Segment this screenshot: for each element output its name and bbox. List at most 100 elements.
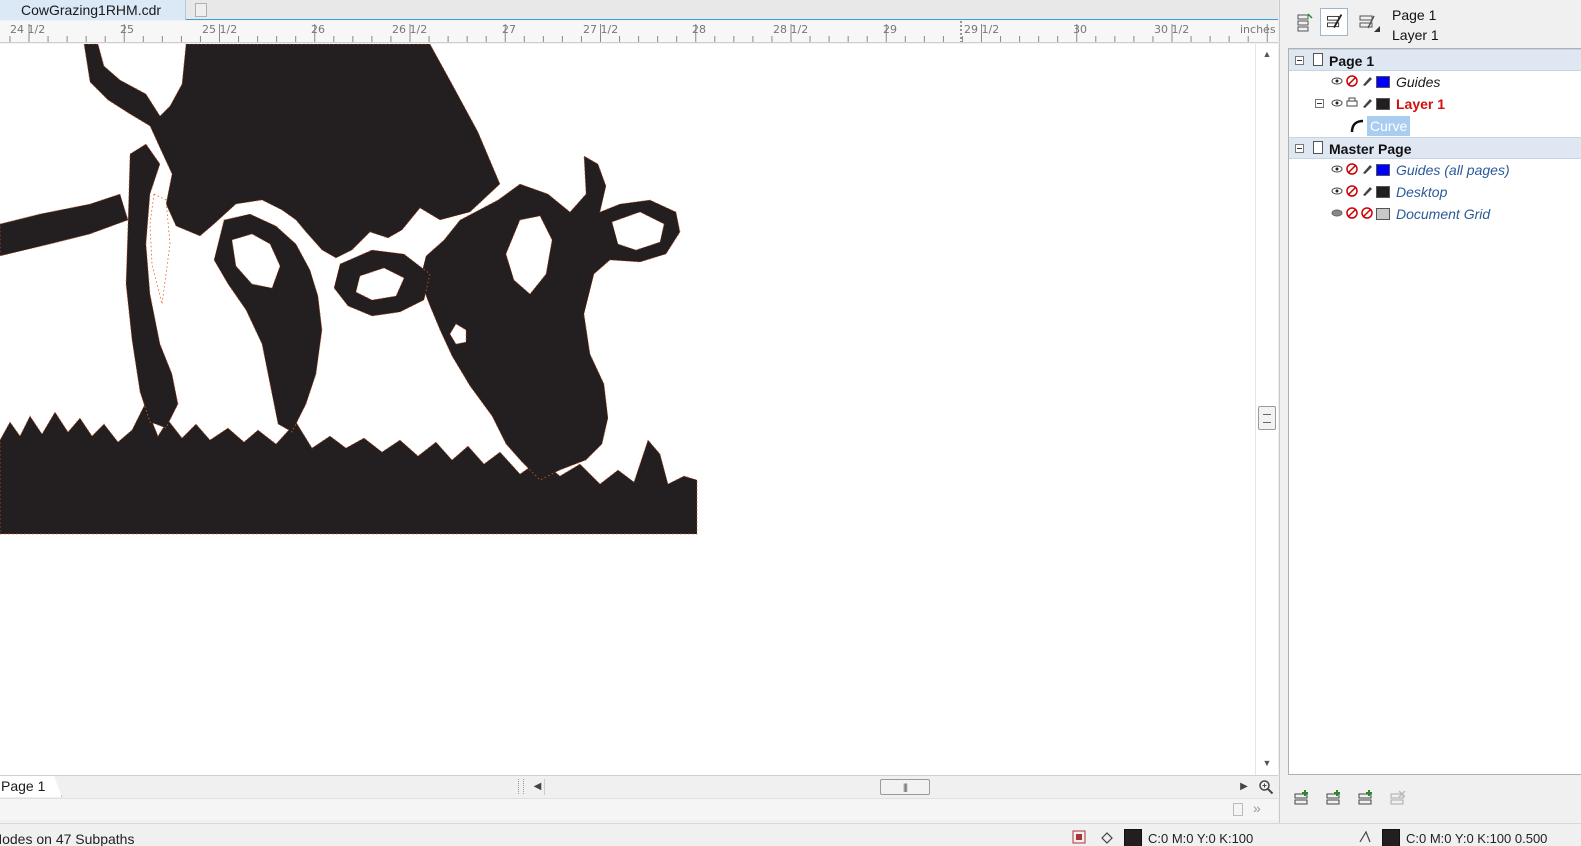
ruler-label: 29	[883, 23, 897, 36]
curve-icon	[1350, 119, 1364, 133]
visibility-eye-icon[interactable]	[1331, 97, 1343, 109]
page-navigator-bar: Page 1 ◀ ||| ▶	[0, 775, 1278, 797]
desktop-label: Desktop	[1396, 184, 1448, 200]
layer-color-swatch[interactable]	[1376, 76, 1390, 88]
page-icon	[1313, 53, 1323, 66]
page-icon[interactable]	[1233, 803, 1243, 816]
cow-artwork[interactable]	[0, 44, 1255, 775]
fill-indicator-icon[interactable]	[1072, 830, 1086, 844]
curve-label[interactable]: Curve	[1367, 116, 1411, 136]
current-layer-label: Layer 1	[1392, 27, 1439, 43]
splitter-grip[interactable]	[518, 779, 524, 794]
delete-layer-icon[interactable]	[1388, 788, 1408, 808]
print-disabled-icon[interactable]	[1346, 207, 1358, 219]
page-1-label: Page 1	[1329, 53, 1375, 69]
guides-label: Guides	[1396, 74, 1441, 90]
edit-pencil-icon[interactable]	[1361, 185, 1373, 197]
vertical-scrollbar[interactable]: ▲ ▼	[1255, 44, 1278, 775]
edit-pencil-icon[interactable]	[1361, 163, 1373, 175]
master-page-label: Master Page	[1329, 141, 1412, 157]
tree-layer-guides-all[interactable]: Guides (all pages)	[1289, 159, 1581, 181]
ruler-label: 26	[311, 23, 325, 36]
document-tab-bar: CowGrazing1RHM.cdr	[0, 0, 1278, 20]
scroll-left-icon[interactable]: ◀	[531, 779, 545, 795]
document-grid-label: Document Grid	[1396, 206, 1491, 222]
selection-status: Nodes on 47 Subpaths	[0, 831, 135, 846]
fill-color-swatch[interactable]	[1124, 829, 1142, 846]
new-layer-icon[interactable]	[1292, 788, 1312, 808]
visibility-eye-icon[interactable]	[1331, 185, 1343, 197]
ruler-label: 30	[1073, 23, 1087, 36]
visibility-eye-icon[interactable]	[1331, 75, 1343, 87]
object-manager-toolbar: Page 1 Layer 1	[1280, 0, 1581, 47]
zoom-icon[interactable]	[1258, 779, 1274, 795]
layer-color-swatch[interactable]	[1376, 208, 1390, 220]
collapse-icon[interactable]	[1315, 99, 1324, 108]
expand-chevron-icon[interactable]: »	[1253, 800, 1261, 816]
fill-color-value: C:0 M:0 Y:0 K:100	[1148, 831, 1254, 846]
edit-pencil-icon[interactable]	[1361, 97, 1373, 109]
tree-master-page[interactable]: Master Page	[1289, 137, 1581, 159]
edit-pencil-icon[interactable]	[1361, 75, 1373, 87]
new-master-layer-icon[interactable]	[1324, 788, 1344, 808]
layer-manager-view-icon[interactable]	[1354, 8, 1382, 36]
print-disabled-icon[interactable]	[1346, 75, 1358, 87]
ruler-label: 25	[120, 23, 134, 36]
ruler-label: 30 1/2	[1154, 23, 1190, 36]
ruler-label: 27	[502, 23, 516, 36]
layer-1-label: Layer 1	[1396, 96, 1446, 112]
scroll-right-icon[interactable]: ▶	[1237, 779, 1251, 795]
current-page-label: Page 1	[1392, 7, 1437, 23]
visibility-hidden-icon[interactable]	[1331, 207, 1343, 219]
page-icon	[1313, 141, 1323, 154]
collapse-icon[interactable]	[1295, 144, 1304, 153]
object-manager-actions	[1280, 777, 1581, 823]
object-manager-panel: Page 1 Layer 1 Page 1 Guides Layer 1 Cur…	[1279, 0, 1581, 823]
document-navigator-strip: »	[0, 798, 1278, 820]
status-bar: Nodes on 47 Subpaths C:0 M:0 Y:0 K:100 C…	[0, 823, 1581, 846]
tree-layer-document-grid[interactable]: Document Grid	[1289, 203, 1581, 225]
print-disabled-icon[interactable]	[1346, 163, 1358, 175]
horizontal-scroll-thumb[interactable]: |||	[880, 779, 930, 795]
ruler-label: 26 1/2	[392, 23, 428, 36]
printer-icon[interactable]	[1346, 97, 1358, 109]
layer-color-swatch[interactable]	[1376, 186, 1390, 198]
object-tree: Page 1 Guides Layer 1 Curve Master Page …	[1288, 48, 1581, 775]
outline-color-swatch[interactable]	[1382, 829, 1400, 846]
collapse-icon[interactable]	[1295, 56, 1304, 65]
ruler-label: 25 1/2	[202, 23, 238, 36]
ruler-label: 29 1/2	[964, 23, 1000, 36]
tree-layer-1[interactable]: Layer 1	[1289, 93, 1581, 115]
tree-object-curve[interactable]: Curve	[1289, 115, 1581, 137]
ruler-label: 27 1/2	[583, 23, 619, 36]
ruler-label: 28 1/2	[773, 23, 809, 36]
tree-page-1[interactable]: Page 1	[1289, 49, 1581, 71]
scroll-up-icon[interactable]: ▲	[1261, 48, 1273, 60]
outline-pen-icon[interactable]	[1358, 830, 1372, 844]
visibility-eye-icon[interactable]	[1331, 163, 1343, 175]
fill-bucket-icon[interactable]	[1100, 830, 1114, 844]
edit-across-layers-icon[interactable]	[1320, 8, 1348, 36]
guides-all-pages-label: Guides (all pages)	[1396, 162, 1510, 178]
tree-layer-guides[interactable]: Guides	[1289, 71, 1581, 93]
ruler-label: 24 1/2	[10, 23, 46, 36]
print-disabled-icon[interactable]	[1346, 185, 1358, 197]
horizontal-ruler[interactable]: 24 1/2 25 25 1/2 26 26 1/2 27 27 1/2 28 …	[0, 21, 1278, 43]
document-tab[interactable]: CowGrazing1RHM.cdr	[0, 0, 186, 20]
coreldraw-window: CowGrazing1RHM.cdr 24 1/2 25 25 1/2 26 2…	[0, 0, 1581, 846]
tree-layer-desktop[interactable]: Desktop	[1289, 181, 1581, 203]
layer-color-swatch[interactable]	[1376, 164, 1390, 176]
new-master-layer-all-pages-icon[interactable]	[1356, 788, 1376, 808]
vertical-scroll-thumb[interactable]	[1258, 406, 1276, 430]
outline-color-value: C:0 M:0 Y:0 K:100 0.500	[1406, 831, 1548, 846]
ruler-label: 28	[692, 23, 706, 36]
show-object-properties-icon[interactable]	[1290, 8, 1318, 36]
scroll-down-icon[interactable]: ▼	[1261, 757, 1273, 769]
current-context: Page 1 Layer 1	[1392, 5, 1439, 45]
new-tab-icon[interactable]	[195, 3, 207, 17]
ruler-unit: inches	[1240, 23, 1276, 36]
drawing-canvas[interactable]	[0, 44, 1255, 775]
edit-disabled-icon[interactable]	[1361, 207, 1373, 219]
layer-color-swatch[interactable]	[1376, 98, 1390, 110]
page-tab[interactable]: Page 1	[0, 776, 62, 797]
